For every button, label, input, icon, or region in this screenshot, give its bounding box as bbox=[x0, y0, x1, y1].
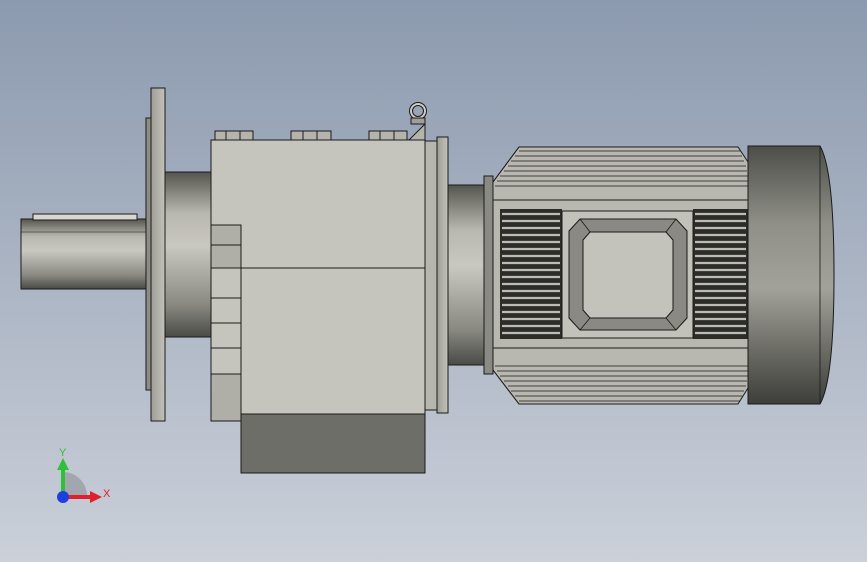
output-shaft[interactable] bbox=[20, 213, 152, 290]
z-axis-dot bbox=[57, 491, 69, 503]
motor-adapter[interactable] bbox=[447, 175, 494, 375]
mounting-flange[interactable] bbox=[145, 87, 166, 422]
housing-collar[interactable] bbox=[424, 136, 449, 414]
fan-cover[interactable] bbox=[747, 145, 835, 405]
bearing-hub[interactable] bbox=[164, 171, 214, 338]
gear-housing[interactable] bbox=[210, 122, 426, 474]
cad-viewport[interactable]: Y X bbox=[0, 0, 867, 562]
terminal-box[interactable] bbox=[561, 210, 694, 339]
y-axis-label: Y bbox=[59, 447, 67, 459]
x-axis-label: X bbox=[103, 488, 111, 500]
gear-motor-model-view[interactable]: Y X bbox=[0, 0, 867, 562]
